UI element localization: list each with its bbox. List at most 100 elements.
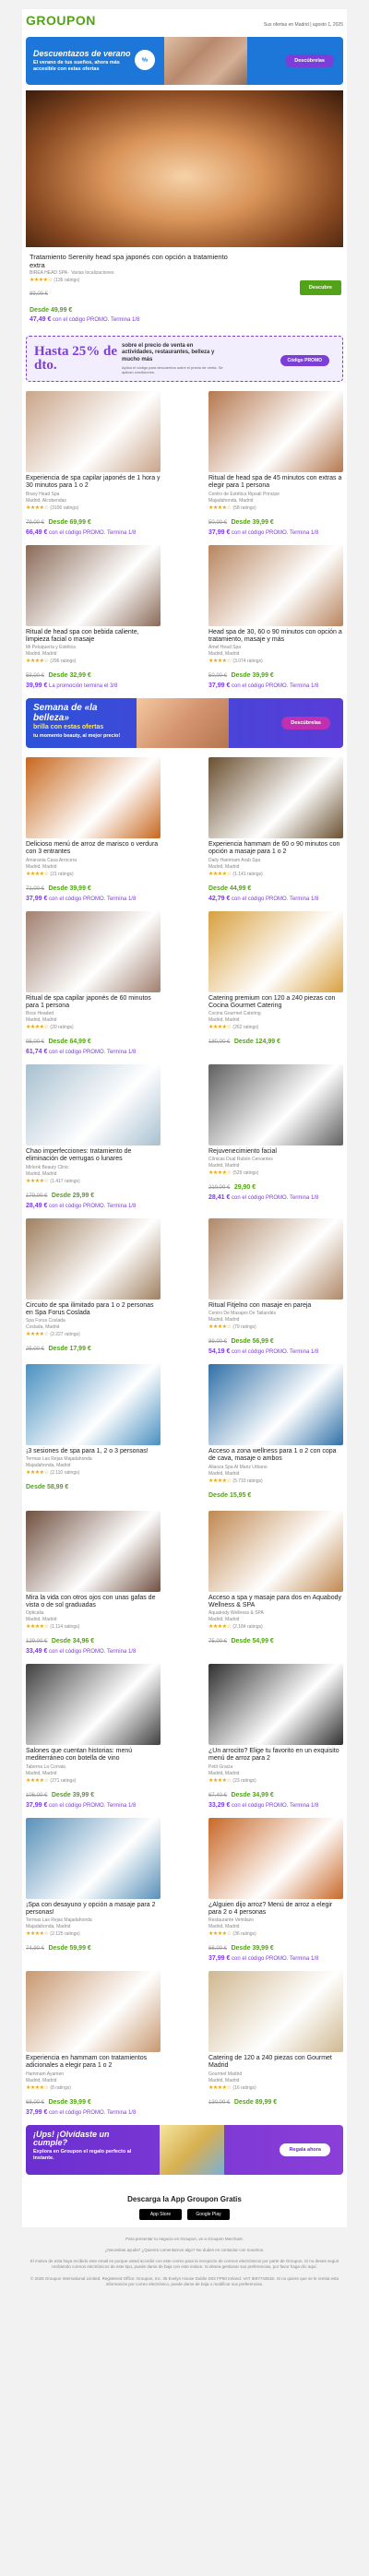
footer-help-text[interactable]: ¿Necesitas ayuda? ¿Quieres comentarnos a…: [26, 2248, 343, 2253]
deal-card[interactable]: Experiencia de spa capilar japonés de 1 …: [26, 391, 161, 536]
deal-promo-price: 37,99 €: [208, 528, 231, 536]
gift-banner-button[interactable]: Regala ahora: [280, 2143, 330, 2156]
deal-rating-count: (296 ratings): [50, 659, 77, 664]
deal-card[interactable]: Circuito de spa ilimitado para 1 o 2 per…: [26, 1217, 161, 1356]
deal-image[interactable]: [208, 757, 343, 838]
deal-image[interactable]: [208, 391, 343, 472]
deal-image[interactable]: [208, 1217, 343, 1300]
deal-title[interactable]: Chao imperfecciones: tratamiento de elim…: [26, 1148, 161, 1164]
deal-image[interactable]: [208, 1817, 343, 1899]
deal-from-price: Desde 39,99 €: [231, 672, 274, 679]
footer-unsubscribe-text[interactable]: El motivo de esta haya recibido este ema…: [26, 2259, 343, 2271]
deal-image[interactable]: [208, 1664, 343, 1745]
deal-title[interactable]: Circuito de spa ilimitado para 1 o 2 per…: [26, 1302, 161, 1318]
deal-title[interactable]: Ritual Fitjelno con masaje en pareja: [208, 1302, 343, 1310]
deal-title[interactable]: Ritual de head spa con bebida caliente, …: [26, 629, 161, 645]
discount-banner-button[interactable]: Código PROMO: [280, 355, 329, 366]
deal-image[interactable]: [26, 1664, 161, 1745]
deal-merchant: Spa Forus Coslada: [26, 1318, 65, 1324]
deal-card[interactable]: Ritual de head spa con bebida caliente, …: [26, 544, 161, 689]
deal-card[interactable]: Rejuvenecimiento facial Clínicas Dual Rub…: [208, 1064, 343, 1209]
deal-title[interactable]: Head spa de 30, 60 o 90 minutos con opci…: [208, 629, 343, 645]
deal-card[interactable]: Chao imperfecciones: tratamiento de elim…: [26, 1064, 161, 1209]
deal-title[interactable]: ¡Spa con desayuno y opción a masaje para…: [26, 1902, 161, 1917]
discount-banner-text: sobre el precio de venta en actividades,…: [122, 343, 215, 362]
hero-image[interactable]: [26, 90, 343, 247]
deal-price-line: 130,00 € Desde 89,99 €: [208, 2092, 343, 2108]
deal-image[interactable]: [208, 1971, 343, 2052]
summer-banner-button[interactable]: Descúbrelas: [285, 54, 334, 67]
deal-title[interactable]: ¡3 sesiones de spa para 1, 2 o 3 persona…: [26, 1448, 161, 1455]
deal-title[interactable]: Rejuvenecimiento facial: [208, 1148, 343, 1156]
deal-title[interactable]: Experiencia de spa capilar japonés de 1 …: [26, 475, 161, 491]
deal-card[interactable]: Delicioso menú de arroz de marisco o ver…: [26, 757, 161, 902]
deal-title[interactable]: Experiencia hammam de 60 o 90 minutos co…: [208, 841, 343, 857]
deal-title[interactable]: Salones que cuentan historias: menú medi…: [26, 1748, 161, 1763]
deal-title[interactable]: Ritual de head spa de 45 minutos con ext…: [208, 475, 343, 491]
deal-title[interactable]: Acceso a zona wellness para 1 o 2 con co…: [208, 1448, 343, 1464]
beauty-banner-image: [137, 698, 229, 748]
deal-card[interactable]: Ritual de spa capilar japonés de 60 minu…: [26, 910, 161, 1055]
summer-banner[interactable]: Descuentazos de verano El verano de tus …: [26, 37, 343, 85]
deal-title[interactable]: Acceso a spa y masaje para dos en Aquabo…: [208, 1595, 343, 1610]
deal-rating-count: (1.114 ratings): [50, 1624, 80, 1630]
deal-image[interactable]: [26, 1510, 161, 1592]
deal-card[interactable]: Catering premium con 120 a 240 piezas co…: [208, 910, 343, 1056]
beauty-week-banner[interactable]: Semana de «la belleza» brilla con estas o…: [26, 698, 343, 748]
deal-image[interactable]: [26, 1817, 161, 1899]
deal-promo-line: 33,29 € con el código PROMO. Termina 1/8: [208, 1802, 343, 1809]
deal-card[interactable]: Acceso a spa y masaje para dos en Aquabo…: [208, 1510, 343, 1656]
deal-card[interactable]: Ritual de head spa de 45 minutos con ext…: [208, 391, 343, 536]
deal-title[interactable]: Experiencia en hammam con tratamientos a…: [26, 2055, 161, 2071]
deal-image[interactable]: [208, 910, 343, 992]
deal-image[interactable]: [26, 1217, 161, 1300]
deal-card[interactable]: ¿Un arrocito? Elige tu favorito en un ex…: [208, 1664, 343, 1809]
deal-promo-price: 37,99 €: [26, 2108, 48, 2116]
deal-card[interactable]: Acceso a zona wellness para 1 o 2 con co…: [208, 1364, 343, 1502]
hero-title[interactable]: Tratamiento Serenity head spa japonés co…: [30, 253, 242, 269]
deal-price-line: Desde 58,99 €: [26, 1477, 161, 1493]
deal-merchant: Daily Hammam Arab Spa: [208, 857, 261, 863]
deal-image[interactable]: [26, 391, 161, 472]
hero-deal[interactable]: Tratamiento Serenity head spa japonés co…: [22, 253, 347, 330]
beauty-banner-button[interactable]: Descúbrelas: [281, 717, 330, 730]
hero-discover-button[interactable]: Descubre: [299, 280, 341, 295]
deal-image[interactable]: [26, 1971, 161, 2052]
deal-card[interactable]: Head spa de 30, 60 o 90 minutos con opci…: [208, 544, 343, 689]
app-store-badge[interactable]: App Store: [139, 2208, 182, 2220]
deal-card[interactable]: ¡3 sesiones de spa para 1, 2 o 3 persona…: [26, 1364, 161, 1502]
deal-card[interactable]: ¿Alguien dijo arroz? Menú de arroz a ele…: [208, 1817, 343, 1962]
deal-image[interactable]: [26, 1364, 161, 1445]
deal-title[interactable]: ¿Alguien dijo arroz? Menú de arroz a ele…: [208, 1902, 343, 1917]
deal-card[interactable]: Mira la vida con otros ojos con unas gaf…: [26, 1510, 161, 1655]
deal-image[interactable]: [208, 1364, 343, 1445]
deal-promo-line: 37,99 € con el código PROMO. Termina 1/8: [208, 1955, 343, 1962]
deal-card[interactable]: Salones que cuentan historias: menú medi…: [26, 1664, 161, 1809]
deal-title[interactable]: Delicioso menú de arroz de marisco o ver…: [26, 841, 161, 857]
deal-title[interactable]: Ritual de spa capilar japonés de 60 minu…: [26, 995, 161, 1011]
deal-title[interactable]: Catering de 120 a 240 piezas con Gourmet…: [208, 2055, 343, 2071]
deal-image[interactable]: [26, 757, 161, 838]
deal-image[interactable]: [208, 544, 343, 626]
deal-title[interactable]: Mira la vida con otros ojos con unas gaf…: [26, 1595, 161, 1610]
deal-rating-stars: ★★★★☆ (36 ratings): [208, 1931, 256, 1937]
deal-old-price: 179,00 €: [26, 1193, 48, 1199]
deal-card[interactable]: Catering de 120 a 240 piezas con Gourmet…: [208, 1971, 343, 2116]
deal-image[interactable]: [26, 910, 161, 992]
deal-card[interactable]: ¡Spa con desayuno y opción a masaje para…: [26, 1817, 161, 1963]
gift-banner[interactable]: ¡Ups! ¡Olvídaste un cumple? Explora en Gr…: [26, 2124, 343, 2175]
discount-banner[interactable]: Hasta 25% de dto. sobre el precio de ven…: [26, 336, 343, 382]
gift-banner-title: ¡Ups! ¡Olvídaste un cumple?: [33, 2129, 110, 2147]
deal-card[interactable]: Experiencia hammam de 60 o 90 minutos co…: [208, 757, 343, 902]
deal-image[interactable]: [26, 1064, 161, 1146]
deal-card[interactable]: Experiencia en hammam con tratamientos a…: [26, 1971, 161, 2116]
deal-title[interactable]: Catering premium con 120 a 240 piezas co…: [208, 995, 343, 1011]
deal-promo-price: 54,19 €: [208, 1347, 231, 1355]
deal-image[interactable]: [208, 1064, 343, 1146]
google-play-badge[interactable]: Google Play: [187, 2208, 230, 2220]
deal-image[interactable]: [26, 544, 161, 626]
deal-title[interactable]: ¿Un arrocito? Elige tu favorito en un ex…: [208, 1748, 343, 1763]
deal-card[interactable]: Ritual Fitjelno con masaje en pareja Cent…: [208, 1217, 343, 1356]
deal-image[interactable]: [208, 1510, 343, 1592]
groupon-logo[interactable]: GROUPON: [26, 13, 96, 28]
